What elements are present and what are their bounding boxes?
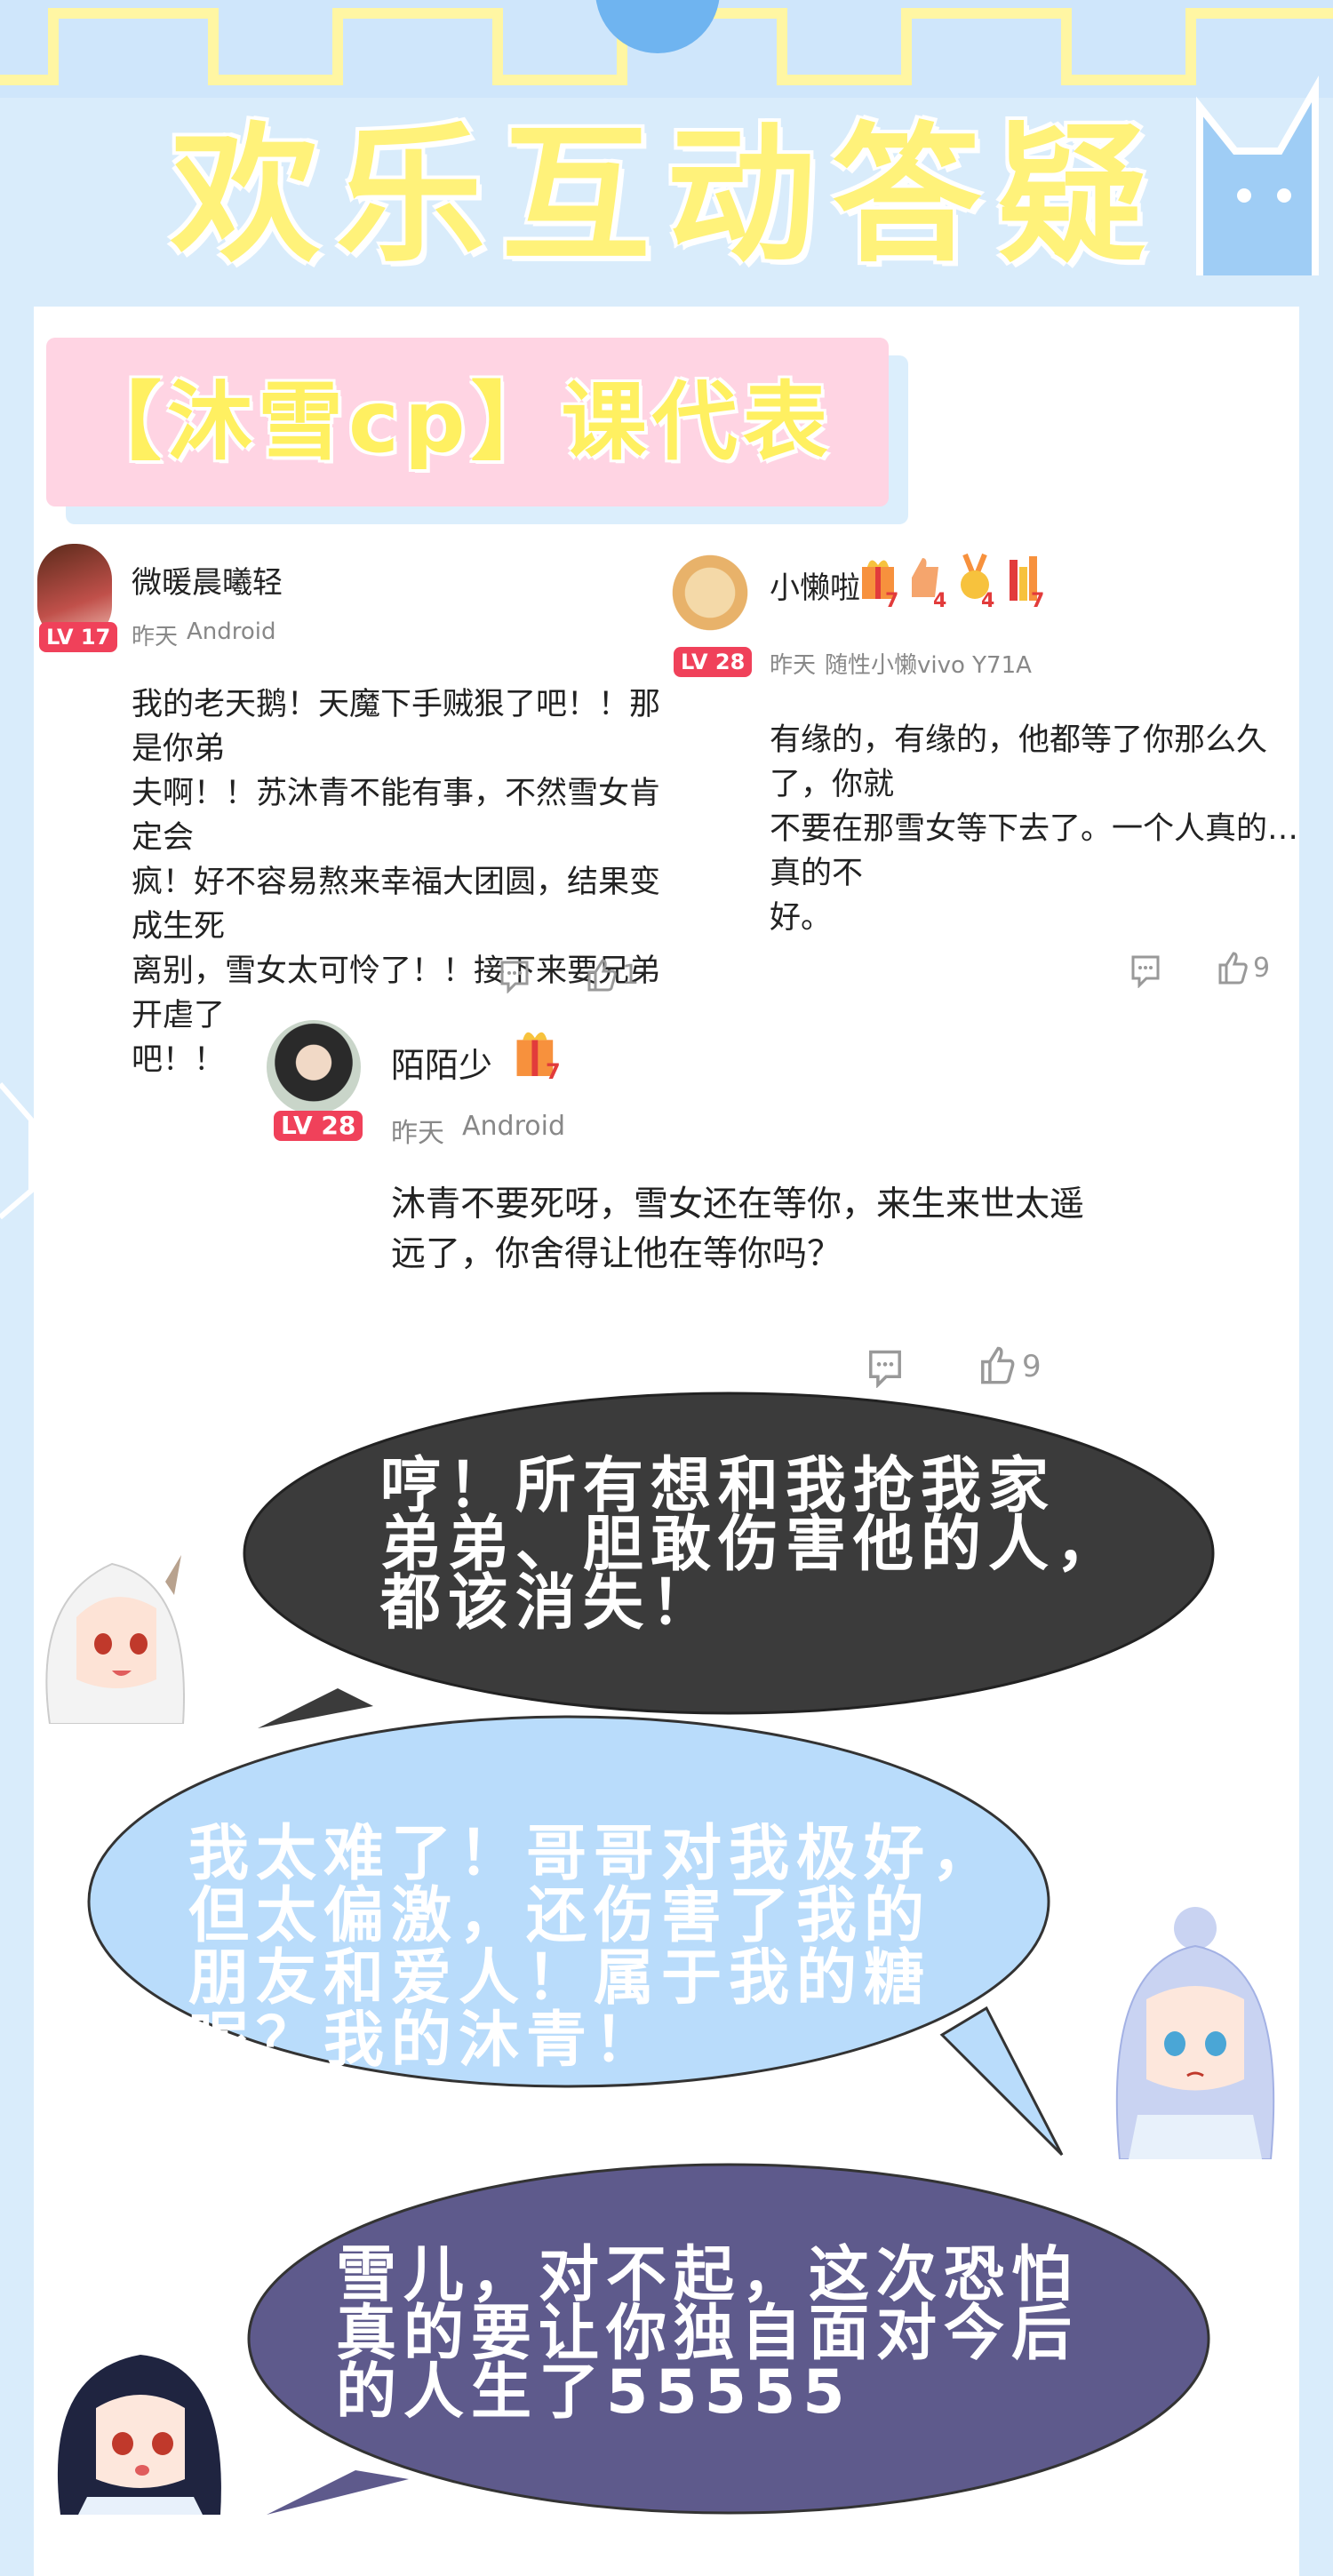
comment-icon[interactable] xyxy=(499,960,530,993)
comment-text: 有缘的，有缘的，他都等了你那么久了，你就 不要在那雪女等下去了。一个人真的…真的… xyxy=(770,718,1303,940)
comment-line: 有缘的，有缘的，他都等了你那么久了，你就 xyxy=(770,722,1268,802)
bubble-3-text: 雪儿，对不起，这次恐怕 真的要让你独自面对今后 的人生了55555 xyxy=(336,2240,1080,2428)
speech-bubble-3 xyxy=(267,2470,409,2515)
comment-line: 夫啊！！苏沐青不能有事，不然雪女肯定会 xyxy=(132,776,661,856)
thumbs-up-icon[interactable] xyxy=(1217,951,1248,985)
page-title: 欢乐互动答疑 xyxy=(171,108,1162,283)
bubble-line: 哼！所有想和我抢我家 xyxy=(380,1451,1057,1521)
bubble-line: 都该消失！ xyxy=(380,1568,719,1639)
post-time: 昨天 xyxy=(770,652,817,679)
username[interactable]: 小懒啦 xyxy=(770,563,860,607)
badge-level: 7 xyxy=(546,1059,561,1084)
thumbs-up-icon[interactable] xyxy=(979,1345,1015,1384)
comment-line: 好。 xyxy=(770,900,833,936)
post-device: 随性小懒vivo Y71A xyxy=(825,652,1032,679)
avatar[interactable] xyxy=(267,1020,361,1114)
username[interactable]: 微暖晨曦轻 xyxy=(132,558,283,602)
level-badge: LV 28 xyxy=(274,1111,363,1141)
level-badge: LV 17 xyxy=(39,622,118,652)
comment-line: 远了，你舍得让他在等你吗？ xyxy=(391,1234,842,1274)
post-device: Android xyxy=(187,618,276,645)
bubble-1-text: 哼！所有想和我抢我家 弟弟、胆敢伤害他的人， 都该消失！ xyxy=(380,1451,1124,1639)
badge-level: 7 xyxy=(885,590,899,612)
comment-line: 不要在那雪女等下去了。一个人真的…真的不 xyxy=(770,811,1299,891)
bubble-line: 雪儿，对不起，这次恐怕 xyxy=(336,2240,1080,2310)
bubble-2-text: 我太难了！哥哥对我极好， 但太偏激，还伤害了我的 朋友和爱人！属于我的糖 呢？我… xyxy=(188,1823,999,2072)
bubble-line: 朋友和爱人！属于我的糖 xyxy=(188,1943,932,2014)
thumbs-up-icon[interactable] xyxy=(587,958,617,992)
badge-level: 7 xyxy=(1031,590,1045,612)
character-white-hair-illustration xyxy=(45,1555,185,1724)
bubble-line: 真的要让你独自面对今后 xyxy=(336,2299,1080,2369)
bubble-line: 但太偏激，还伤害了我的 xyxy=(188,1881,932,1951)
comment-line: 我的老天鹅！天魔下手贼狠了吧！！那是你弟 xyxy=(132,687,661,767)
bubble-line: 的人生了55555 xyxy=(336,2357,852,2428)
section-tag-label: 【沐雪cp】课代表 xyxy=(76,372,834,472)
badge-level: 4 xyxy=(981,590,995,612)
bubble-line: 弟弟、胆敢伤害他的人， xyxy=(380,1510,1124,1580)
character-blue-hair-illustration xyxy=(1115,1907,1275,2159)
like-count: 1 xyxy=(622,960,640,991)
cat-outline-left-decoration xyxy=(0,1082,34,1220)
comment-line: 疯！好不容易熬来幸福大团圆，结果变成生死 xyxy=(132,865,661,945)
username[interactable]: 陌陌少 xyxy=(391,1038,492,1087)
section-tag: 【沐雪cp】课代表 xyxy=(46,338,889,506)
post-time: 昨天 xyxy=(132,624,179,650)
like-count: 9 xyxy=(1253,953,1271,984)
badge-level: 4 xyxy=(933,590,947,612)
character-black-hair-illustration xyxy=(57,2355,221,2515)
comment-icon[interactable] xyxy=(867,1349,903,1388)
avatar[interactable] xyxy=(672,544,748,642)
like-count: 9 xyxy=(1022,1349,1042,1384)
speech-bubble-1 xyxy=(258,1688,373,1728)
comment-icon[interactable] xyxy=(1130,954,1161,988)
bubble-line: 呢？我的沐青！ xyxy=(188,2006,662,2076)
post-time: 昨天 xyxy=(391,1118,444,1149)
top-border-decoration xyxy=(0,0,1333,98)
bubble-line: 我太难了！哥哥对我极好， xyxy=(188,1819,1000,1889)
post-device: Android xyxy=(462,1111,565,1142)
comment-line: 沐青不要死呀，雪女还在等你，来生来世太遥 xyxy=(391,1184,1085,1224)
comment-text: 我的老天鹅！天魔下手贼狠了吧！！那是你弟 夫啊！！苏沐青不能有事，不然雪女肯定会… xyxy=(132,682,682,1082)
comment-text: 沐青不要死呀，雪女还在等你，来生来世太遥 远了，你舍得让他在等你吗？ xyxy=(391,1180,1120,1280)
level-badge: LV 28 xyxy=(674,647,753,677)
